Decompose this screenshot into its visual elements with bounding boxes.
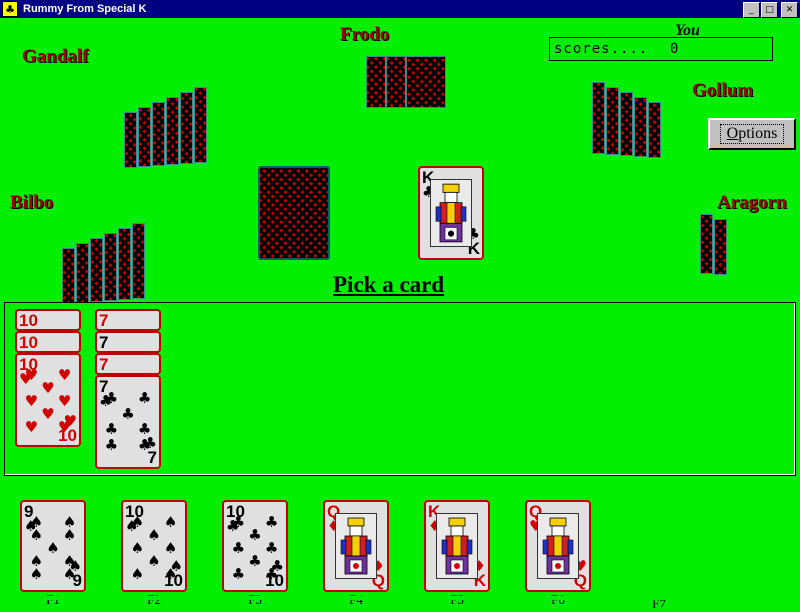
card-back [138, 107, 151, 167]
window-controls: _ □ ✕ [743, 2, 798, 18]
maximize-button[interactable]: □ [761, 2, 778, 18]
hand-card-label-f4: F4 [323, 592, 389, 608]
options-accel: O [726, 125, 739, 142]
options-button[interactable]: Options [708, 118, 796, 150]
hand-card-label-f1: F1 [20, 592, 86, 608]
card-back [592, 82, 605, 154]
game-board: Gandalf Frodo Gollum Bilbo Aragorn You s… [0, 18, 800, 611]
card-corner-top: 10 [19, 333, 38, 352]
score-caption: scores.... [554, 41, 649, 57]
card-back [76, 243, 89, 303]
card-back [62, 248, 75, 304]
status-bar [0, 596, 800, 600]
meld-card-top[interactable]: 10 ♥ ♥ 10 ♥ ♥ ♥ ♥ ♥ ♥ ♥ ♥ [15, 353, 81, 447]
hand-card-f2[interactable]: 10 ♠ ♠ 10 ♠ ♠ ♠ ♠ ♠ ♠ ♠ ♠ [121, 500, 187, 592]
hand-card-f6[interactable]: Q ♥ ♥ Q [525, 500, 591, 592]
card-back [90, 238, 103, 302]
card-back [104, 233, 117, 301]
card-back [124, 112, 137, 168]
card-corner-top: 7 [99, 333, 109, 352]
hand-card-label-f6: F6 [525, 592, 591, 608]
card-back [606, 87, 619, 155]
card-back [634, 97, 647, 157]
card-corner-top: 7 [99, 355, 109, 374]
minimize-button[interactable]: _ [743, 2, 760, 18]
hand-card-label-f2: F2 [121, 592, 187, 608]
hand-card-f5[interactable]: K ♦ ♦ K [424, 500, 490, 592]
card-pips: ♣ ♣ ♣ ♣ ♣ ♣ ♣ ♣ [231, 513, 279, 583]
player-name-bilbo: Bilbo [10, 192, 54, 213]
title-bar: ♣ Rummy From Special K _ □ ✕ [0, 0, 800, 18]
close-button[interactable]: ✕ [781, 2, 798, 18]
meld-card-hidden[interactable]: 7 [95, 331, 161, 353]
card-back [714, 219, 727, 275]
card-back [132, 223, 145, 299]
player-name-aragorn: Aragorn [717, 192, 787, 213]
card-pips: ♠ ♠ ♠ ♠ ♠ ♠ ♠ ♠ [130, 513, 178, 583]
discard-pile[interactable]: K ♣ ♣ K [418, 166, 484, 260]
window-title: Rummy From Special K [23, 3, 147, 15]
player-name-frodo: Frodo [340, 24, 390, 45]
options-label-rest: ptions [738, 125, 778, 142]
card-back [366, 56, 386, 108]
card-back [700, 214, 713, 274]
court-card-art [335, 513, 377, 579]
prompt-text: Pick a card [333, 272, 445, 297]
court-card-art [537, 513, 579, 579]
card-back [386, 56, 406, 108]
options-button-label: Options [719, 124, 785, 144]
card-back [620, 92, 633, 156]
meld-card-top[interactable]: 7 ♣ ♣ 7 ♣ ♣ ♣ ♣ ♣ ♣ ♣ [95, 375, 161, 469]
stock-pile[interactable] [258, 166, 330, 260]
hand-card-f3[interactable]: 10 ♣ ♣ 10 ♣ ♣ ♣ ♣ ♣ ♣ ♣ ♣ [222, 500, 288, 592]
card-back [180, 92, 193, 164]
hand-card-label-f5: F5 [424, 592, 490, 608]
hand-card-label-f3: F3 [222, 592, 288, 608]
game-window: ♣ Rummy From Special K _ □ ✕ Gandalf Fro… [0, 0, 800, 611]
card-pips: ♥ ♥ ♥ ♥ ♥ ♥ ♥ ♥ [24, 366, 72, 436]
hand-card-f4[interactable]: Q ♦ ♦ Q [323, 500, 389, 592]
hand-card-f1[interactable]: 9 ♠ ♠ 9 ♠ ♠ ♠ ♠ ♠ ♠ ♠ ♠ ♠ [20, 500, 86, 592]
meld-card-hidden[interactable]: 7 [95, 309, 161, 331]
player-name-gandalf: Gandalf [22, 46, 89, 67]
card-pips: ♠ ♠ ♠ ♠ ♠ ♠ ♠ ♠ ♠ [29, 513, 77, 583]
card-pips: ♣ ♣ ♣ ♣ ♣ ♣ ♣ [104, 389, 152, 454]
court-card-art [430, 179, 472, 247]
score-value: 0 [670, 41, 679, 57]
card-corner-top: 7 [99, 311, 109, 330]
player-name-gollum: Gollum [692, 80, 754, 101]
meld-area[interactable]: 10 10 10 ♥ ♥ 10 ♥ ♥ ♥ ♥ ♥ ♥ ♥ ♥ 7 7 7 7 ♣ ♣ 7 ♣ ♣ ♣ ♣ ♣ ♣ ♣ [4, 302, 796, 476]
card-back [406, 56, 446, 108]
meld-card-hidden[interactable]: 10 [15, 331, 81, 353]
card-back [166, 97, 179, 165]
card-back [648, 102, 661, 158]
card-back [152, 102, 165, 166]
court-card-art [436, 513, 478, 579]
score-box: scores.... 0 [549, 37, 773, 61]
card-back [194, 87, 207, 163]
meld-card-hidden[interactable]: 7 [95, 353, 161, 375]
card-back [118, 228, 131, 300]
card-corner-top: 10 [19, 311, 38, 330]
club-icon: ♣ [2, 1, 18, 17]
meld-card-hidden[interactable]: 10 [15, 309, 81, 331]
